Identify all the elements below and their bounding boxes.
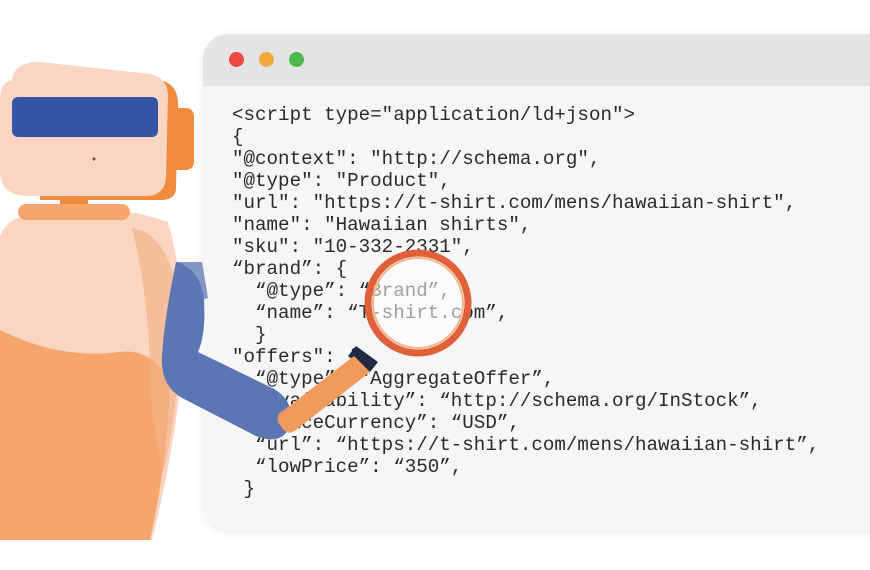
- code-line: “priceCurrency”: “USD”,: [232, 412, 520, 434]
- code-window: <script type="application/ld+json">{"@co…: [203, 34, 870, 530]
- code-line: “lowPrice”: “350”,: [232, 456, 463, 478]
- code-line: "offers": {: [232, 346, 359, 368]
- code-line: }: [232, 324, 267, 346]
- code-line: <script type="application/ld+json">: [232, 104, 636, 126]
- close-dot-icon[interactable]: [229, 52, 244, 67]
- robot-collar: [18, 204, 130, 220]
- code-line: "@type": "Product",: [232, 170, 451, 192]
- code-line: "sku": "10-332-2331",: [232, 236, 474, 258]
- window-titlebar: [203, 34, 870, 86]
- code-line: “brand”: {: [232, 258, 348, 280]
- code-line: }: [232, 478, 256, 500]
- robot-body-lower: [0, 330, 170, 540]
- code-line: "name": "Hawaiian shirts",: [232, 214, 532, 236]
- code-line: "url": "https://t-shirt.com/mens/hawaiia…: [232, 192, 797, 214]
- code-line: {: [232, 126, 244, 148]
- robot-ear: [170, 108, 194, 170]
- code-line: “name”: “T-shirt.com”,: [255, 302, 508, 324]
- code-block: <script type="application/ld+json">{"@co…: [232, 104, 819, 500]
- robot-visor: [12, 97, 158, 137]
- code-line: “@type”: “Brand”,: [232, 280, 451, 302]
- robot-mouth-dot: [92, 157, 96, 161]
- code-line: “url”: “https://t-shirt.com/mens/hawaiia…: [232, 434, 820, 456]
- minimize-dot-icon[interactable]: [259, 52, 274, 67]
- code-line: "@context": "http://schema.org",: [232, 148, 601, 170]
- maximize-dot-icon[interactable]: [289, 52, 304, 67]
